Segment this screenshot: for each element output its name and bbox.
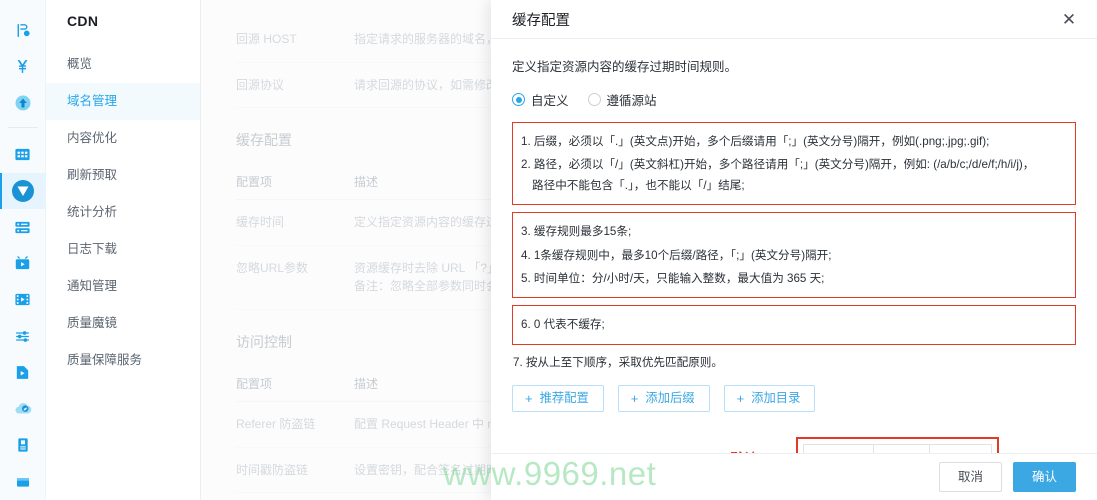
archive-box-icon [15, 474, 31, 490]
recommended-config-label: 推荐配置 [539, 391, 589, 406]
server-stack-icon [14, 219, 31, 236]
pencil-tag-icon [14, 22, 31, 39]
rule-item: 2. 路径，必须以「/」(英文斜杠)开始，多个路径请用「;」(英文分号)隔开，例… [521, 158, 1035, 172]
video-play-icon [14, 364, 31, 381]
rail-item-document[interactable] [0, 427, 46, 463]
sidebar-item-quality-mirror[interactable]: 质量魔镜 [46, 305, 200, 342]
radio-label-custom: 自定义 [531, 94, 569, 108]
rail-item-dashboard[interactable] [0, 136, 46, 172]
sidebar-title: CDN [67, 13, 99, 29]
sidebar-item-statistics[interactable]: 统计分析 [46, 194, 200, 231]
config-item-name: 忽略URL参数 [236, 245, 354, 310]
modal-header: 缓存配置 ✕ [491, 0, 1097, 39]
rule-item: 3. 缓存规则最多15条; [521, 225, 632, 239]
radio-option-custom[interactable]: 自定义 [512, 90, 569, 109]
cache-ttl-input[interactable] [873, 445, 930, 453]
grid-dashboard-icon [14, 146, 31, 163]
rule-highlight-box-3: 6. 0 代表不缓存; [512, 305, 1076, 345]
rail-item-currency[interactable] [0, 48, 46, 84]
sidebar-item-notifications[interactable]: 通知管理 [46, 268, 200, 305]
config-item-name: 缓存时间 [236, 199, 354, 246]
upload-circle-icon [14, 94, 32, 112]
default-badge: 默认 [730, 449, 796, 453]
rail-item-archive[interactable] [0, 464, 46, 500]
plus-icon: + [736, 391, 745, 407]
rail-item-media[interactable] [0, 282, 46, 318]
plus-icon: + [525, 391, 533, 407]
rule-item-continuation: 路径中不能包含「.」，也不能以「/」结尾; [521, 177, 1068, 197]
global-icon-rail [0, 0, 46, 500]
radio-unchecked-icon [587, 93, 601, 106]
cache-ttl-caption: 缓存时间 [804, 450, 873, 453]
add-suffix-button[interactable]: + 添加后缀 [617, 385, 710, 413]
rail-item-video[interactable] [0, 355, 46, 391]
config-item-name: 回源 HOST [236, 12, 354, 63]
config-item-name: 回源协议 [236, 62, 354, 109]
radio-checked-icon [512, 93, 525, 106]
rail-item-live[interactable] [0, 245, 46, 281]
cache-ttl-control: 缓存时间 月 [803, 444, 993, 453]
modal-title: 缓存配置 [512, 12, 570, 29]
rule-item: 6. 0 代表不缓存; [521, 318, 605, 332]
rule-item: 4. 1条缓存规则中，最多10个后缀/路径，「;」(英文分号)隔开; [521, 248, 832, 262]
add-suffix-label: 添加后缀 [645, 391, 695, 406]
radio-label-follow-origin: 遵循源站 [606, 94, 657, 108]
add-directory-label: 添加目录 [751, 391, 801, 406]
sidebar-item-log-download[interactable]: 日志下载 [46, 231, 200, 268]
sidebar-item-overview[interactable]: 概览 [46, 46, 200, 83]
rule-item: 5. 时间单位：分/小时/天，只能输入整数，最大值为 365 天; [521, 271, 825, 285]
rail-item-pencil-tag[interactable] [0, 12, 46, 48]
cancel-button[interactable]: 取消 [938, 461, 1002, 493]
live-broadcast-icon [14, 255, 31, 272]
global-config-label: 全局配置 [512, 450, 730, 453]
sidebar-item-content-optimization[interactable]: 内容优化 [46, 120, 200, 157]
cdn-shield-icon [11, 179, 35, 203]
modal-body: 定义指定资源内容的缓存过期时间规则。 自定义 遵循源站 1. 后缀，必须以「.」… [491, 39, 1097, 453]
cloud-check-icon [14, 400, 32, 418]
modal-footer: 取消 确认 [491, 453, 1097, 500]
cache-ttl-highlight-box: 缓存时间 月 [796, 437, 1000, 453]
sidebar-item-refresh-prefetch[interactable]: 刷新预取 [46, 157, 200, 194]
sidebar-item-quality-assurance[interactable]: 质量保障服务 [46, 342, 200, 379]
rail-item-upload[interactable] [0, 85, 46, 121]
close-icon[interactable]: ✕ [1058, 8, 1080, 30]
cache-ttl-unit-select[interactable]: 月 [929, 445, 991, 453]
cache-ttl-unit-value: 月 [938, 450, 950, 453]
rule-item-continuation-text: 路径中不能包含「.」，也不能以「/」结尾; [532, 178, 745, 192]
rail-divider [7, 127, 38, 129]
rule-action-button-row: + 推荐配置 + 添加后缀 + 添加目录 [512, 385, 1076, 413]
add-directory-button[interactable]: + 添加目录 [723, 385, 816, 413]
config-item-name: Referer 防盗链 [236, 401, 354, 448]
sidebar-nav-list: 概览 域名管理 内容优化 刷新预取 统计分析 日志下载 通知管理 质量魔镜 质量… [46, 46, 200, 379]
cdn-console-screen: CDN 概览 域名管理 内容优化 刷新预取 统计分析 日志下载 通知管理 质量魔… [0, 0, 1097, 500]
config-item-name: 时间戳防盗链 [236, 447, 354, 494]
rule-item-plain: 7. 按从上至下顺序，采取优先匹配原则。 [513, 355, 723, 369]
rail-item-settings[interactable] [0, 318, 46, 354]
rule-highlight-box-1: 1. 后缀，必须以「.」(英文点)开始，多个后缀请用「;」(英文分号)隔开，例如… [512, 122, 1076, 206]
rail-item-cloud[interactable] [0, 391, 46, 427]
confirm-button[interactable]: 确认 [1012, 461, 1076, 493]
sidebar-item-domain-management[interactable]: 域名管理 [46, 83, 200, 120]
rail-item-cdn[interactable] [0, 172, 46, 210]
document-icon [15, 437, 31, 453]
media-film-icon [14, 291, 31, 308]
rail-item-servers[interactable] [0, 209, 46, 245]
global-config-row: 全局配置 默认 缓存时间 月 [512, 437, 1076, 453]
rule-highlight-box-2: 3. 缓存规则最多15条; 4. 1条缓存规则中，最多10个后缀/路径，「;」(… [512, 212, 1076, 299]
rule-item: 1. 后缀，必须以「.」(英文点)开始，多个后缀请用「;」(英文分号)隔开，例如… [521, 135, 990, 148]
recommended-config-button[interactable]: + 推荐配置 [512, 385, 604, 413]
product-sidebar: CDN 概览 域名管理 内容优化 刷新预取 统计分析 日志下载 通知管理 质量魔… [46, 0, 201, 500]
radio-option-follow-origin[interactable]: 遵循源站 [587, 90, 657, 109]
plus-icon: + [630, 391, 639, 407]
sliders-settings-icon [14, 328, 31, 345]
column-header-name: 配置项 [236, 164, 354, 201]
cache-config-modal: 缓存配置 ✕ 定义指定资源内容的缓存过期时间规则。 自定义 遵循源站 1. 后缀… [491, 0, 1097, 500]
column-header-name: 配置项 [236, 365, 354, 402]
yuan-currency-icon [14, 58, 31, 75]
modal-description: 定义指定资源内容的缓存过期时间规则。 [512, 60, 738, 74]
cache-mode-radio-group: 自定义 遵循源站 [512, 90, 1076, 109]
